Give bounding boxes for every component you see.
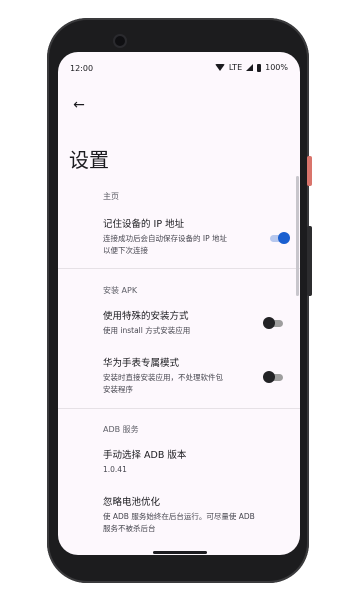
setting-subtitle: 安装时直接安装应用，不处理软件包 安装程序 bbox=[103, 373, 223, 394]
huawei-watch-switch[interactable] bbox=[263, 370, 285, 384]
setting-subtitle: 使用 install 方式安装应用 bbox=[103, 326, 191, 335]
special-install-switch[interactable] bbox=[263, 316, 285, 330]
setting-special-install[interactable]: 使用特殊的安装方式 使用 install 方式安装应用 bbox=[103, 310, 288, 337]
section-label-install-apk: 安装 APK bbox=[103, 286, 138, 295]
network-label: LTE bbox=[228, 63, 243, 72]
battery-icon bbox=[257, 63, 262, 72]
status-time: 12:00 bbox=[70, 64, 94, 73]
scrollbar[interactable] bbox=[296, 176, 299, 296]
battery-level: 100% bbox=[265, 63, 288, 72]
app-screen: 12:00 LTE 100% ← 设置 主页 记住设备的 IP 地址 连接成功后… bbox=[58, 52, 300, 555]
front-camera bbox=[115, 36, 125, 46]
section-label-home: 主页 bbox=[103, 192, 119, 201]
page-title: 设置 bbox=[69, 148, 109, 172]
back-arrow-icon[interactable]: ← bbox=[68, 94, 90, 116]
setting-huawei-watch-mode[interactable]: 华为手表专属模式 安装时直接安装应用，不处理软件包 安装程序 bbox=[103, 357, 288, 396]
status-icons: LTE 100% bbox=[214, 63, 288, 72]
signal-icon bbox=[246, 64, 254, 71]
divider bbox=[58, 408, 300, 409]
setting-remember-ip[interactable]: 记住设备的 IP 地址 连接成功后会自动保存设备的 IP 地址 以便下次连接 bbox=[103, 218, 288, 257]
setting-title: 忽略电池优化 bbox=[103, 497, 161, 508]
remember-ip-switch[interactable] bbox=[268, 231, 290, 245]
volume-button bbox=[307, 226, 312, 296]
divider bbox=[58, 268, 300, 269]
switch-thumb bbox=[263, 317, 275, 329]
setting-subtitle: 1.0.41 bbox=[103, 465, 127, 474]
setting-title: 手动选择 ADB 版本 bbox=[103, 450, 187, 461]
power-button bbox=[307, 156, 312, 186]
setting-adb-version[interactable]: 手动选择 ADB 版本 1.0.41 bbox=[103, 449, 288, 476]
setting-title: 记住设备的 IP 地址 bbox=[103, 219, 185, 230]
setting-title: 华为手表专属模式 bbox=[103, 358, 180, 369]
switch-thumb bbox=[263, 371, 275, 383]
setting-subtitle: 连接成功后会自动保存设备的 IP 地址 以便下次连接 bbox=[103, 234, 228, 255]
section-label-adb-service: ADB 服务 bbox=[103, 425, 139, 434]
home-indicator[interactable] bbox=[153, 551, 207, 554]
switch-thumb bbox=[278, 232, 290, 244]
setting-title: 使用特殊的安装方式 bbox=[103, 311, 189, 322]
setting-subtitle: 使 ADB 服务始终在后台运行。可尽量使 ADB 服务不被杀后台 bbox=[103, 512, 255, 533]
wifi-icon bbox=[214, 64, 225, 71]
setting-ignore-battery-optimization[interactable]: 忽略电池优化 使 ADB 服务始终在后台运行。可尽量使 ADB 服务不被杀后台 bbox=[103, 496, 288, 535]
status-bar: 12:00 LTE 100% bbox=[58, 52, 300, 86]
